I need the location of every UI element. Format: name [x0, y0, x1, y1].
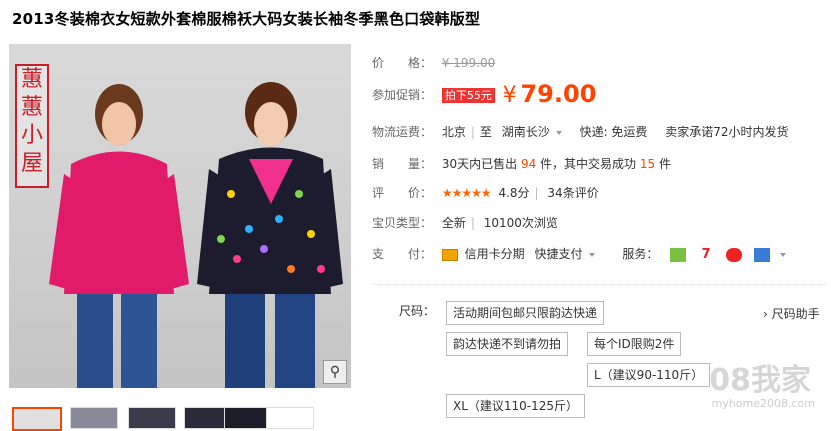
size-label: 尺码：	[399, 304, 436, 318]
item-type-row: 宝贝类型： 全新 | 10100次浏览	[372, 216, 558, 230]
size-option-1[interactable]: 活动期间包邮只限韵达快递	[446, 301, 605, 325]
size-option-3[interactable]: 每个ID限购2件	[587, 332, 682, 356]
size-option-XL[interactable]: XL（建议110-125斤）	[446, 394, 586, 418]
seven-day-return-icon[interactable]: 7	[698, 247, 715, 262]
currency-symbol: ¥	[502, 83, 517, 108]
type-label: 宝贝类型：	[372, 216, 433, 230]
payment-row: 支 付： 信用卡分期 快捷支付 服务： 7	[372, 245, 786, 262]
delivery-promise: 卖家承诺72小时内发货	[665, 125, 789, 139]
ship-to-prefix: 至	[479, 125, 492, 139]
credit-card-service-icon[interactable]	[725, 247, 742, 262]
thumbnail-6[interactable]	[266, 407, 314, 429]
view-count: 10100次浏览	[483, 216, 558, 230]
shop-seal-logo: 蕙蕙小屋	[15, 64, 49, 188]
ship-to-select[interactable]: 湖南长沙	[502, 125, 550, 139]
rating-stars: ★★★★★	[441, 186, 492, 200]
promo-badge: 拍下55元	[441, 88, 495, 103]
promo-price-row: 参加促销： 拍下55元 ¥ 79.00	[372, 80, 596, 108]
rating-label: 评 价：	[372, 186, 433, 200]
sales-label: 销 量：	[372, 157, 433, 171]
watermark-url: myhome2008.com	[711, 397, 815, 410]
size-option-2[interactable]: 韵达快递不到请勿拍	[446, 332, 569, 356]
thumbnail-5[interactable]	[224, 407, 272, 429]
thumbnail-2[interactable]	[70, 407, 118, 429]
rating-row: 评 价： ★★★★★ 4.8分 | 34条评价	[372, 186, 599, 200]
price-label: 价 格：	[372, 56, 433, 70]
sales-text-3: 件	[659, 157, 672, 171]
divider	[372, 284, 827, 285]
sales-row: 销 量： 30天内已售出 94 件，其中交易成功 15 件	[372, 155, 671, 172]
credit-installment[interactable]: 信用卡分期	[465, 247, 525, 261]
size-helper-link[interactable]: › 尺码助手	[763, 305, 820, 322]
authentic-icon[interactable]	[753, 247, 770, 262]
credit-card-icon	[441, 248, 458, 261]
quick-pay[interactable]: 快捷支付	[535, 247, 583, 261]
success-count: 15	[639, 157, 656, 171]
sold-count: 94	[520, 157, 537, 171]
sales-text-2: 件，其中交易成功	[540, 157, 637, 171]
review-count-link[interactable]: 34条评价	[547, 186, 598, 200]
chevron-down-icon[interactable]	[555, 130, 562, 135]
promo-price: 79.00	[520, 80, 597, 108]
original-price-row: 价 格： ¥ 199.00	[372, 54, 495, 71]
ship-from: 北京	[441, 125, 466, 139]
chevron-down-icon[interactable]	[779, 252, 786, 257]
item-condition: 全新	[441, 216, 466, 230]
rating-score: 4.8分	[498, 186, 530, 200]
thumbnail-1[interactable]	[12, 407, 62, 431]
payment-label: 支 付：	[372, 247, 433, 261]
product-title: 2013冬装棉衣女短款外套棉服棉袄大码女装长袖冬季黑色口袋韩版型	[12, 10, 481, 28]
size-option-L[interactable]: L（建议90-110斤）	[587, 363, 711, 387]
chevron-down-icon[interactable]	[588, 252, 595, 257]
guarantee-icon[interactable]	[670, 247, 687, 262]
shipping-label: 物流运费：	[372, 125, 433, 139]
promo-label: 参加促销：	[372, 88, 433, 102]
magnifier-icon[interactable]: ⚲	[323, 360, 347, 384]
shipping-fee: 快递: 免运费	[579, 125, 648, 139]
main-product-image[interactable]: 蕙蕙小屋 ⚲	[9, 44, 351, 388]
models-illustration	[49, 82, 343, 388]
service-label: 服务：	[622, 247, 659, 261]
thumbnail-3[interactable]	[128, 407, 176, 429]
original-price: ¥ 199.00	[441, 56, 496, 70]
watermark: 08我家	[709, 363, 811, 398]
sales-text-1: 30天内已售出	[441, 157, 518, 171]
shipping-row: 物流运费： 北京 | 至 湖南长沙 快递: 免运费 卖家承诺72小时内发货	[372, 125, 789, 139]
